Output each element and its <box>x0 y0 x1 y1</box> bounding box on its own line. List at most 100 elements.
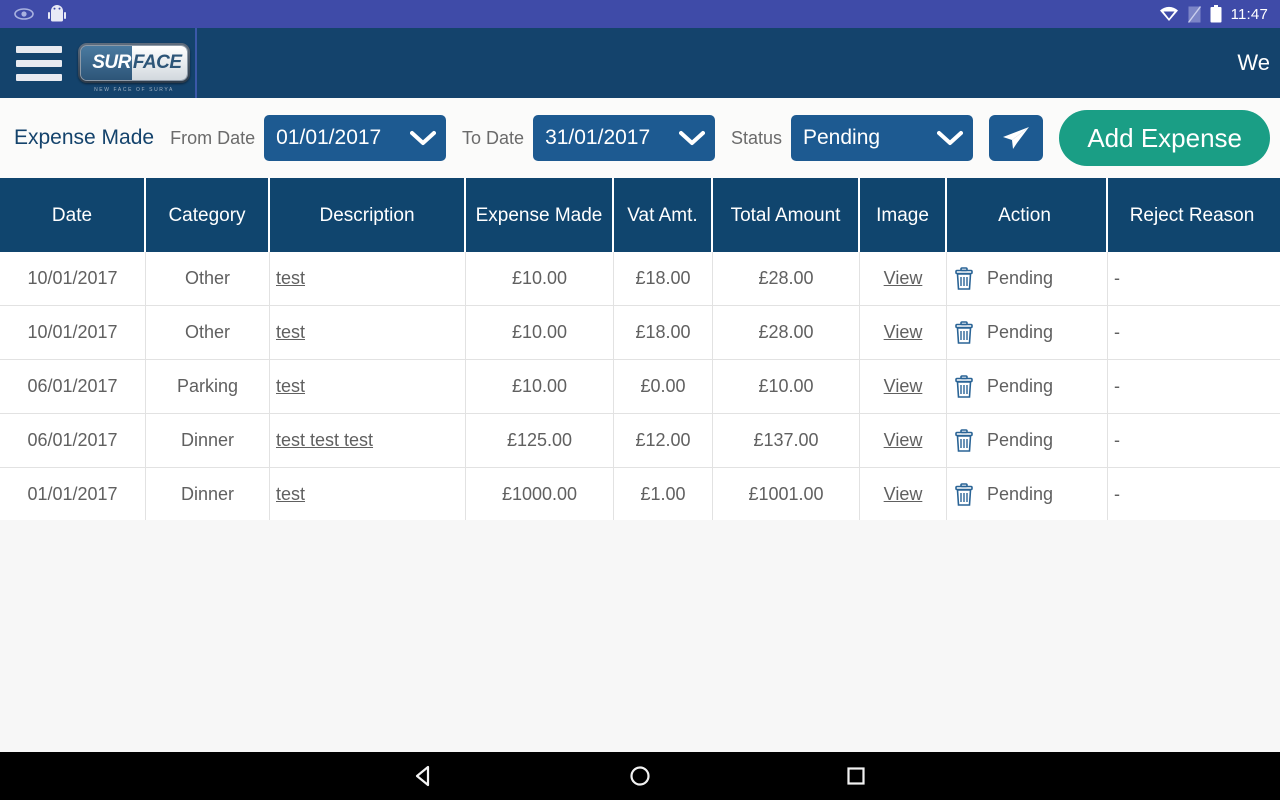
cell-total-amount: £28.00 <box>713 306 860 359</box>
to-date-select[interactable]: 31/01/2017 <box>533 115 715 161</box>
column-header-vat-amount: Vat Amt. <box>614 178 713 252</box>
table-row: 06/01/2017 Dinner test test test £125.00… <box>0 414 1280 468</box>
to-date-value: 31/01/2017 <box>545 126 651 149</box>
cell-category: Parking <box>146 360 270 413</box>
status-label: Status <box>730 127 782 148</box>
description-link[interactable]: test <box>276 484 305 505</box>
table-row: 01/01/2017 Dinner test £1000.00 £1.00 £1… <box>0 468 1280 522</box>
to-date-label: To Date <box>462 127 525 148</box>
cell-category: Other <box>146 306 270 359</box>
cell-total-amount: £1001.00 <box>713 468 860 521</box>
hamburger-bar <box>16 59 62 67</box>
chevron-down-icon <box>410 131 437 145</box>
cell-expense-made: £125.00 <box>466 414 614 467</box>
send-button[interactable] <box>988 115 1044 161</box>
logo-text-face: FACE <box>131 46 187 80</box>
column-header-image: Image <box>860 178 947 252</box>
cell-expense-made: £1000.00 <box>466 468 614 521</box>
hamburger-bar <box>16 45 62 53</box>
cell-date: 01/01/2017 <box>0 468 146 521</box>
logo-text-sur: SUR <box>81 46 132 80</box>
description-link[interactable]: test <box>276 322 305 343</box>
column-header-date: Date <box>0 178 146 252</box>
cell-vat-amount: £1.00 <box>614 468 713 521</box>
trash-icon[interactable] <box>953 428 975 453</box>
cell-category: Dinner <box>146 468 270 521</box>
column-header-total-amount: Total Amount <box>713 178 860 252</box>
column-header-reject-reason: Reject Reason <box>1129 204 1255 226</box>
cell-reject-reason: - <box>1114 322 1120 342</box>
eye-icon <box>14 8 34 20</box>
sim-disabled-icon <box>1187 5 1201 23</box>
app-screen: 11:47 SUR FACE NEW FACE OF SURYA We Expe… <box>0 0 1280 800</box>
trash-icon[interactable] <box>953 266 975 291</box>
cell-date: 10/01/2017 <box>0 252 146 305</box>
from-date-value: 01/01/2017 <box>276 126 382 149</box>
recents-square-icon[interactable] <box>843 763 869 789</box>
page-title: Expense Made <box>14 126 155 149</box>
column-header-action: Action <box>947 178 1108 252</box>
description-link[interactable]: test <box>276 268 305 289</box>
from-date-label: From Date <box>170 127 256 148</box>
action-status-text: Pending <box>987 268 1054 288</box>
status-value: Pending <box>802 126 881 149</box>
cell-action: Pending <box>947 252 1108 305</box>
column-header-category: Category <box>146 178 270 252</box>
cell-description: test <box>270 468 466 521</box>
android-robot-icon <box>48 4 66 21</box>
add-expense-button[interactable]: Add Expense <box>1059 110 1271 166</box>
view-image-link[interactable]: View <box>884 376 923 397</box>
status-select[interactable]: Pending <box>790 115 973 161</box>
send-paper-plane-icon <box>1003 127 1030 149</box>
cell-action: Pending <box>947 360 1108 413</box>
logo-tagline: NEW FACE OF SURYA <box>94 87 174 93</box>
back-triangle-icon[interactable] <box>411 763 437 789</box>
home-circle-icon[interactable] <box>627 763 653 789</box>
view-image-link[interactable]: View <box>884 322 923 343</box>
cell-reject-reason: - <box>1114 484 1120 504</box>
android-status-bar: 11:47 <box>0 0 1280 28</box>
description-link[interactable]: test <box>276 376 305 397</box>
cell-description: test test test <box>270 414 466 467</box>
status-bar-right-icons: 11:47 <box>1159 5 1268 23</box>
logo-inner: SUR FACE <box>80 45 188 81</box>
status-bar-left-icons <box>14 4 66 24</box>
trash-icon[interactable] <box>953 374 975 399</box>
action-status-text: Pending <box>987 322 1054 342</box>
cell-total-amount: £28.00 <box>713 252 860 305</box>
cell-category: Dinner <box>146 414 270 467</box>
cell-vat-amount: £12.00 <box>614 414 713 467</box>
view-image-link[interactable]: View <box>884 268 923 289</box>
surface-logo[interactable]: SUR FACE NEW FACE OF SURYA <box>78 43 190 93</box>
cell-date: 06/01/2017 <box>0 414 146 467</box>
cell-description: test <box>270 252 466 305</box>
view-image-link[interactable]: View <box>884 430 923 451</box>
chevron-down-icon <box>678 131 705 145</box>
expense-table: Date Category Description Expense Made V… <box>0 178 1280 522</box>
cell-action: Pending <box>947 414 1108 467</box>
cell-image: View <box>860 306 947 359</box>
action-status-text: Pending <box>987 376 1054 396</box>
cell-vat-amount: £0.00 <box>614 360 713 413</box>
cell-reject-reason: - <box>1114 430 1120 450</box>
app-header-brand-area: SUR FACE NEW FACE OF SURYA <box>0 28 197 98</box>
user-label[interactable]: We <box>1237 50 1280 76</box>
battery-icon <box>1210 5 1222 23</box>
cell-vat-amount: £18.00 <box>614 252 713 305</box>
from-date-select[interactable]: 01/01/2017 <box>264 115 447 161</box>
trash-icon[interactable] <box>953 320 975 345</box>
cell-image: View <box>860 252 947 305</box>
trash-icon[interactable] <box>953 482 975 507</box>
app-header: SUR FACE NEW FACE OF SURYA We <box>0 28 1280 98</box>
table-empty-area <box>0 520 1280 752</box>
description-link[interactable]: test test test <box>276 430 373 451</box>
cell-date: 06/01/2017 <box>0 360 146 413</box>
hamburger-menu-icon[interactable] <box>16 45 62 81</box>
column-header-description: Description <box>270 178 466 252</box>
cell-date: 10/01/2017 <box>0 306 146 359</box>
view-image-link[interactable]: View <box>884 484 923 505</box>
cell-description: test <box>270 306 466 359</box>
cell-action: Pending <box>947 306 1108 359</box>
table-row: 10/01/2017 Other test £10.00 £18.00 £28.… <box>0 306 1280 360</box>
cell-category: Other <box>146 252 270 305</box>
